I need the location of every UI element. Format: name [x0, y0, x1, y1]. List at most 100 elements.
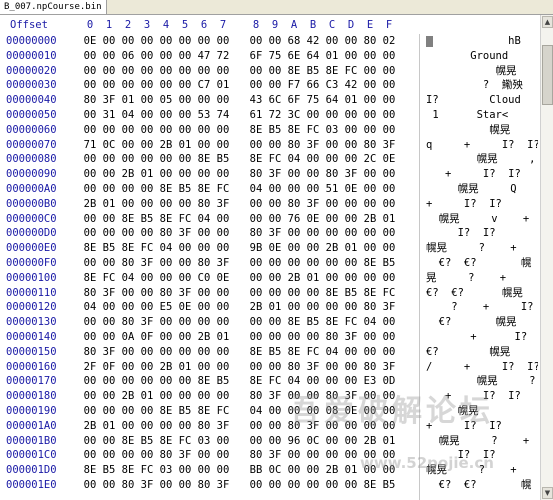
hex-byte[interactable]: 00 [305, 478, 321, 493]
hex-byte[interactable]: 00 [139, 345, 155, 360]
hex-byte[interactable]: 00 [324, 34, 340, 49]
hex-byte[interactable]: 2B [286, 271, 302, 286]
hex-byte[interactable]: 00 [158, 478, 174, 493]
hex-byte[interactable]: B5 [177, 182, 193, 197]
hex-byte[interactable]: 04 [120, 108, 136, 123]
hex-byte[interactable]: 00 [158, 256, 174, 271]
hex-byte[interactable]: 00 [196, 241, 212, 256]
hex-byte[interactable]: 00 [158, 374, 174, 389]
hex-byte[interactable]: 8E [324, 315, 340, 330]
hex-row[interactable]: 00000160 2F 0F 00 00 2B 01 00 00 00 00 80 3F 00 00 80 3F… [0, 360, 540, 375]
hex-byte[interactable]: 3F [267, 226, 283, 241]
hex-byte[interactable]: 66 [305, 78, 321, 93]
hex-byte[interactable]: 00 [343, 226, 359, 241]
hex-byte[interactable]: 00 [120, 34, 136, 49]
hex-byte[interactable]: BB [248, 463, 264, 478]
hex-byte[interactable]: 00 [139, 360, 155, 375]
hex-byte[interactable]: 3F [177, 286, 193, 301]
hex-byte[interactable]: 00 [120, 286, 136, 301]
hex-byte[interactable]: 00 [343, 478, 359, 493]
hex-byte[interactable]: 00 [324, 138, 340, 153]
hex-byte[interactable]: 00 [158, 271, 174, 286]
hex-byte[interactable]: 00 [248, 330, 264, 345]
hex-byte[interactable]: 8E [324, 286, 340, 301]
hex-byte[interactable]: 00 [177, 478, 193, 493]
hex-byte[interactable]: 00 [215, 389, 231, 404]
hex-byte[interactable]: 00 [82, 315, 98, 330]
hex-byte[interactable]: 00 [381, 345, 397, 360]
hex-byte[interactable]: 00 [158, 152, 174, 167]
hex-byte[interactable]: 0E [381, 152, 397, 167]
hex-byte[interactable]: 00 [343, 212, 359, 227]
hex-byte[interactable]: 00 [177, 49, 193, 64]
hex-byte[interactable]: 00 [177, 152, 193, 167]
hex-byte[interactable]: 01 [324, 49, 340, 64]
hex-byte[interactable]: 00 [286, 256, 302, 271]
hex-byte[interactable]: 00 [362, 108, 378, 123]
hex-byte[interactable]: 8E [286, 345, 302, 360]
hex-byte[interactable]: B5 [305, 64, 321, 79]
hex-row[interactable]: 00000120 04 00 00 00 E5 0E 00 00 2B 01 00 00 00 00 80 3F… [0, 300, 540, 315]
hex-byte[interactable]: 00 [139, 108, 155, 123]
hex-row[interactable]: 00000030 00 00 00 00 00 00 C7 01 00 00 F7 66 C3 42 00 00… [0, 78, 540, 93]
scroll-down-arrow-icon[interactable]: ▼ [542, 487, 553, 499]
ascii-text[interactable]: ? 鰳殃 [426, 78, 538, 93]
hex-byte[interactable]: 00 [305, 241, 321, 256]
ascii-text[interactable]: 幌晃 ? + [426, 241, 538, 256]
hex-byte[interactable]: 00 [139, 93, 155, 108]
ascii-text[interactable]: q + I? I? [426, 138, 538, 153]
hex-byte[interactable]: 04 [324, 345, 340, 360]
hex-byte[interactable]: 00 [343, 300, 359, 315]
hex-byte[interactable]: 00 [158, 78, 174, 93]
ascii-text[interactable]: 幌晃 Q [426, 182, 538, 197]
hex-byte[interactable]: 3F [381, 360, 397, 375]
hex-byte[interactable]: 00 [82, 256, 98, 271]
hex-byte[interactable]: 00 [381, 241, 397, 256]
hex-byte[interactable]: 00 [248, 78, 264, 93]
hex-row[interactable]: 00000050 00 31 04 00 00 00 53 74 61 72 3C 00 00 00 00 00… [0, 108, 540, 123]
hex-byte[interactable]: 00 [196, 315, 212, 330]
hex-byte[interactable]: 00 [139, 300, 155, 315]
hex-byte[interactable]: 3F [305, 360, 321, 375]
hex-byte[interactable]: 00 [381, 64, 397, 79]
hex-byte[interactable]: 00 [101, 212, 117, 227]
hex-byte[interactable]: E5 [158, 300, 174, 315]
hex-byte[interactable]: 00 [177, 108, 193, 123]
ascii-text[interactable]: + I? I? [426, 167, 538, 182]
hex-byte[interactable]: 00 [158, 108, 174, 123]
hex-byte[interactable]: 8E [158, 404, 174, 419]
hex-byte[interactable]: 00 [286, 182, 302, 197]
hex-byte[interactable]: FC [139, 241, 155, 256]
hex-byte[interactable]: 00 [381, 78, 397, 93]
ascii-text[interactable]: Ground [426, 49, 538, 64]
hex-row[interactable]: 00000150 80 3F 00 00 00 00 00 00 8E B5 8E FC 04 00 00 00… [0, 345, 540, 360]
hex-byte[interactable]: 00 [248, 360, 264, 375]
hex-byte[interactable]: 71 [82, 138, 98, 153]
hex-byte[interactable]: 3F [215, 419, 231, 434]
hex-byte[interactable]: 47 [196, 49, 212, 64]
hex-byte[interactable]: 2B [324, 241, 340, 256]
hex-byte[interactable]: 76 [286, 212, 302, 227]
hex-byte[interactable]: 3F [343, 330, 359, 345]
hex-byte[interactable]: 00 [120, 360, 136, 375]
hex-byte[interactable]: 00 [101, 374, 117, 389]
hex-byte[interactable]: 00 [120, 138, 136, 153]
hex-byte[interactable]: 00 [215, 345, 231, 360]
hex-byte[interactable]: 75 [267, 49, 283, 64]
file-tab[interactable]: B_007.npCourse.bin [0, 0, 107, 14]
ascii-text[interactable]: 幌晃 v + [426, 212, 538, 227]
ascii-text[interactable]: 幌晃 [426, 64, 538, 79]
hex-byte[interactable]: 00 [248, 315, 264, 330]
hex-byte[interactable]: 00 [343, 49, 359, 64]
hex-byte[interactable]: 00 [196, 93, 212, 108]
hex-byte[interactable]: 04 [120, 271, 136, 286]
hex-byte[interactable]: 0E [82, 34, 98, 49]
hex-byte[interactable]: 00 [305, 330, 321, 345]
hex-byte[interactable]: 01 [381, 212, 397, 227]
hex-byte[interactable]: 00 [196, 300, 212, 315]
hex-row[interactable]: 000000B0 2B 01 00 00 00 00 80 3F 00 00 80 3F 00 00 00 00… [0, 197, 540, 212]
hex-byte[interactable]: 00 [101, 34, 117, 49]
hex-byte[interactable]: 00 [215, 434, 231, 449]
hex-byte[interactable]: 0C [305, 434, 321, 449]
hex-byte[interactable]: 2B [82, 197, 98, 212]
